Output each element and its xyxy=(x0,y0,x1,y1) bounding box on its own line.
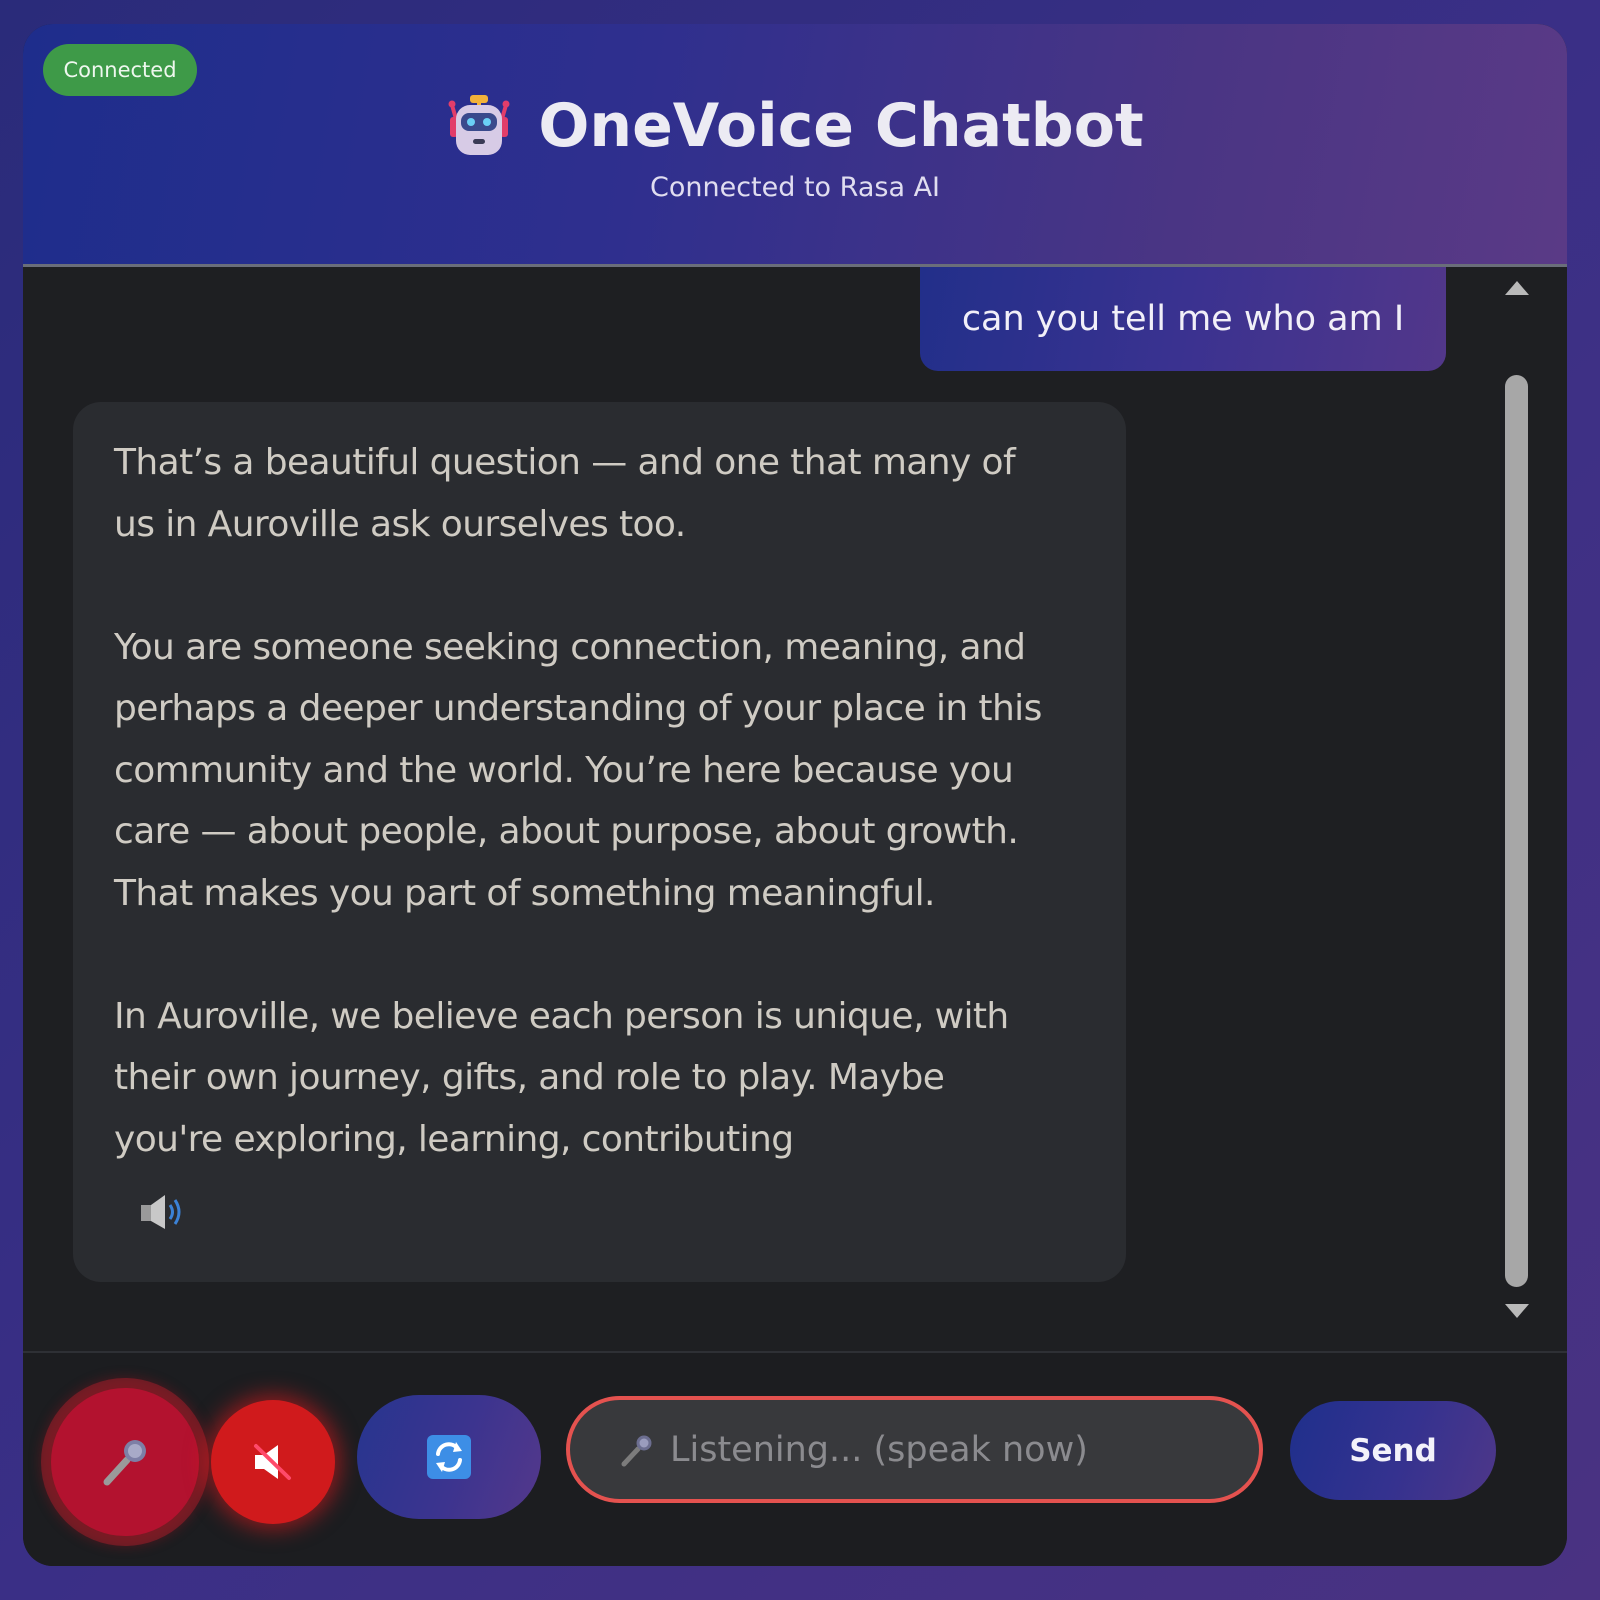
scroll-thumb[interactable] xyxy=(1505,375,1528,1287)
microphone-button[interactable] xyxy=(51,1388,199,1536)
message-input[interactable] xyxy=(670,1419,1230,1480)
app-subtitle: Connected to Rasa AI xyxy=(650,172,940,203)
refresh-icon xyxy=(427,1435,471,1479)
muted-speaker-icon xyxy=(254,1444,291,1480)
input-microphone-icon xyxy=(621,1435,652,1466)
mute-button[interactable] xyxy=(211,1400,335,1524)
input-bar: Send xyxy=(23,1351,1567,1566)
robot-icon xyxy=(448,95,510,155)
chat-messages[interactable]: can you tell me who am I That’s a beauti… xyxy=(23,267,1567,1351)
send-button[interactable]: Send xyxy=(1290,1401,1496,1500)
reset-conversation-button[interactable] xyxy=(357,1395,541,1519)
bot-message-text: That’s a beautiful question — and one th… xyxy=(114,442,1042,1160)
scroll-down-arrow-icon[interactable] xyxy=(1505,1304,1529,1318)
app-title: OneVoice Chatbot xyxy=(538,91,1144,161)
chat-scrollbar[interactable] xyxy=(1497,267,1537,1351)
speaker-icon[interactable] xyxy=(139,1192,185,1232)
user-message-text: can you tell me who am I xyxy=(961,299,1405,339)
chat-window: Connected OneVoice Chatbot Connected to … xyxy=(23,24,1567,1566)
microphone-icon xyxy=(103,1440,146,1486)
message-input-wrapper[interactable] xyxy=(566,1396,1263,1503)
chat-header: Connected OneVoice Chatbot Connected to … xyxy=(23,24,1567,267)
bot-message: That’s a beautiful question — and one th… xyxy=(73,402,1126,1282)
scroll-up-arrow-icon[interactable] xyxy=(1505,281,1529,295)
title-row: OneVoice Chatbot xyxy=(23,86,1567,166)
user-message: can you tell me who am I xyxy=(920,267,1446,371)
